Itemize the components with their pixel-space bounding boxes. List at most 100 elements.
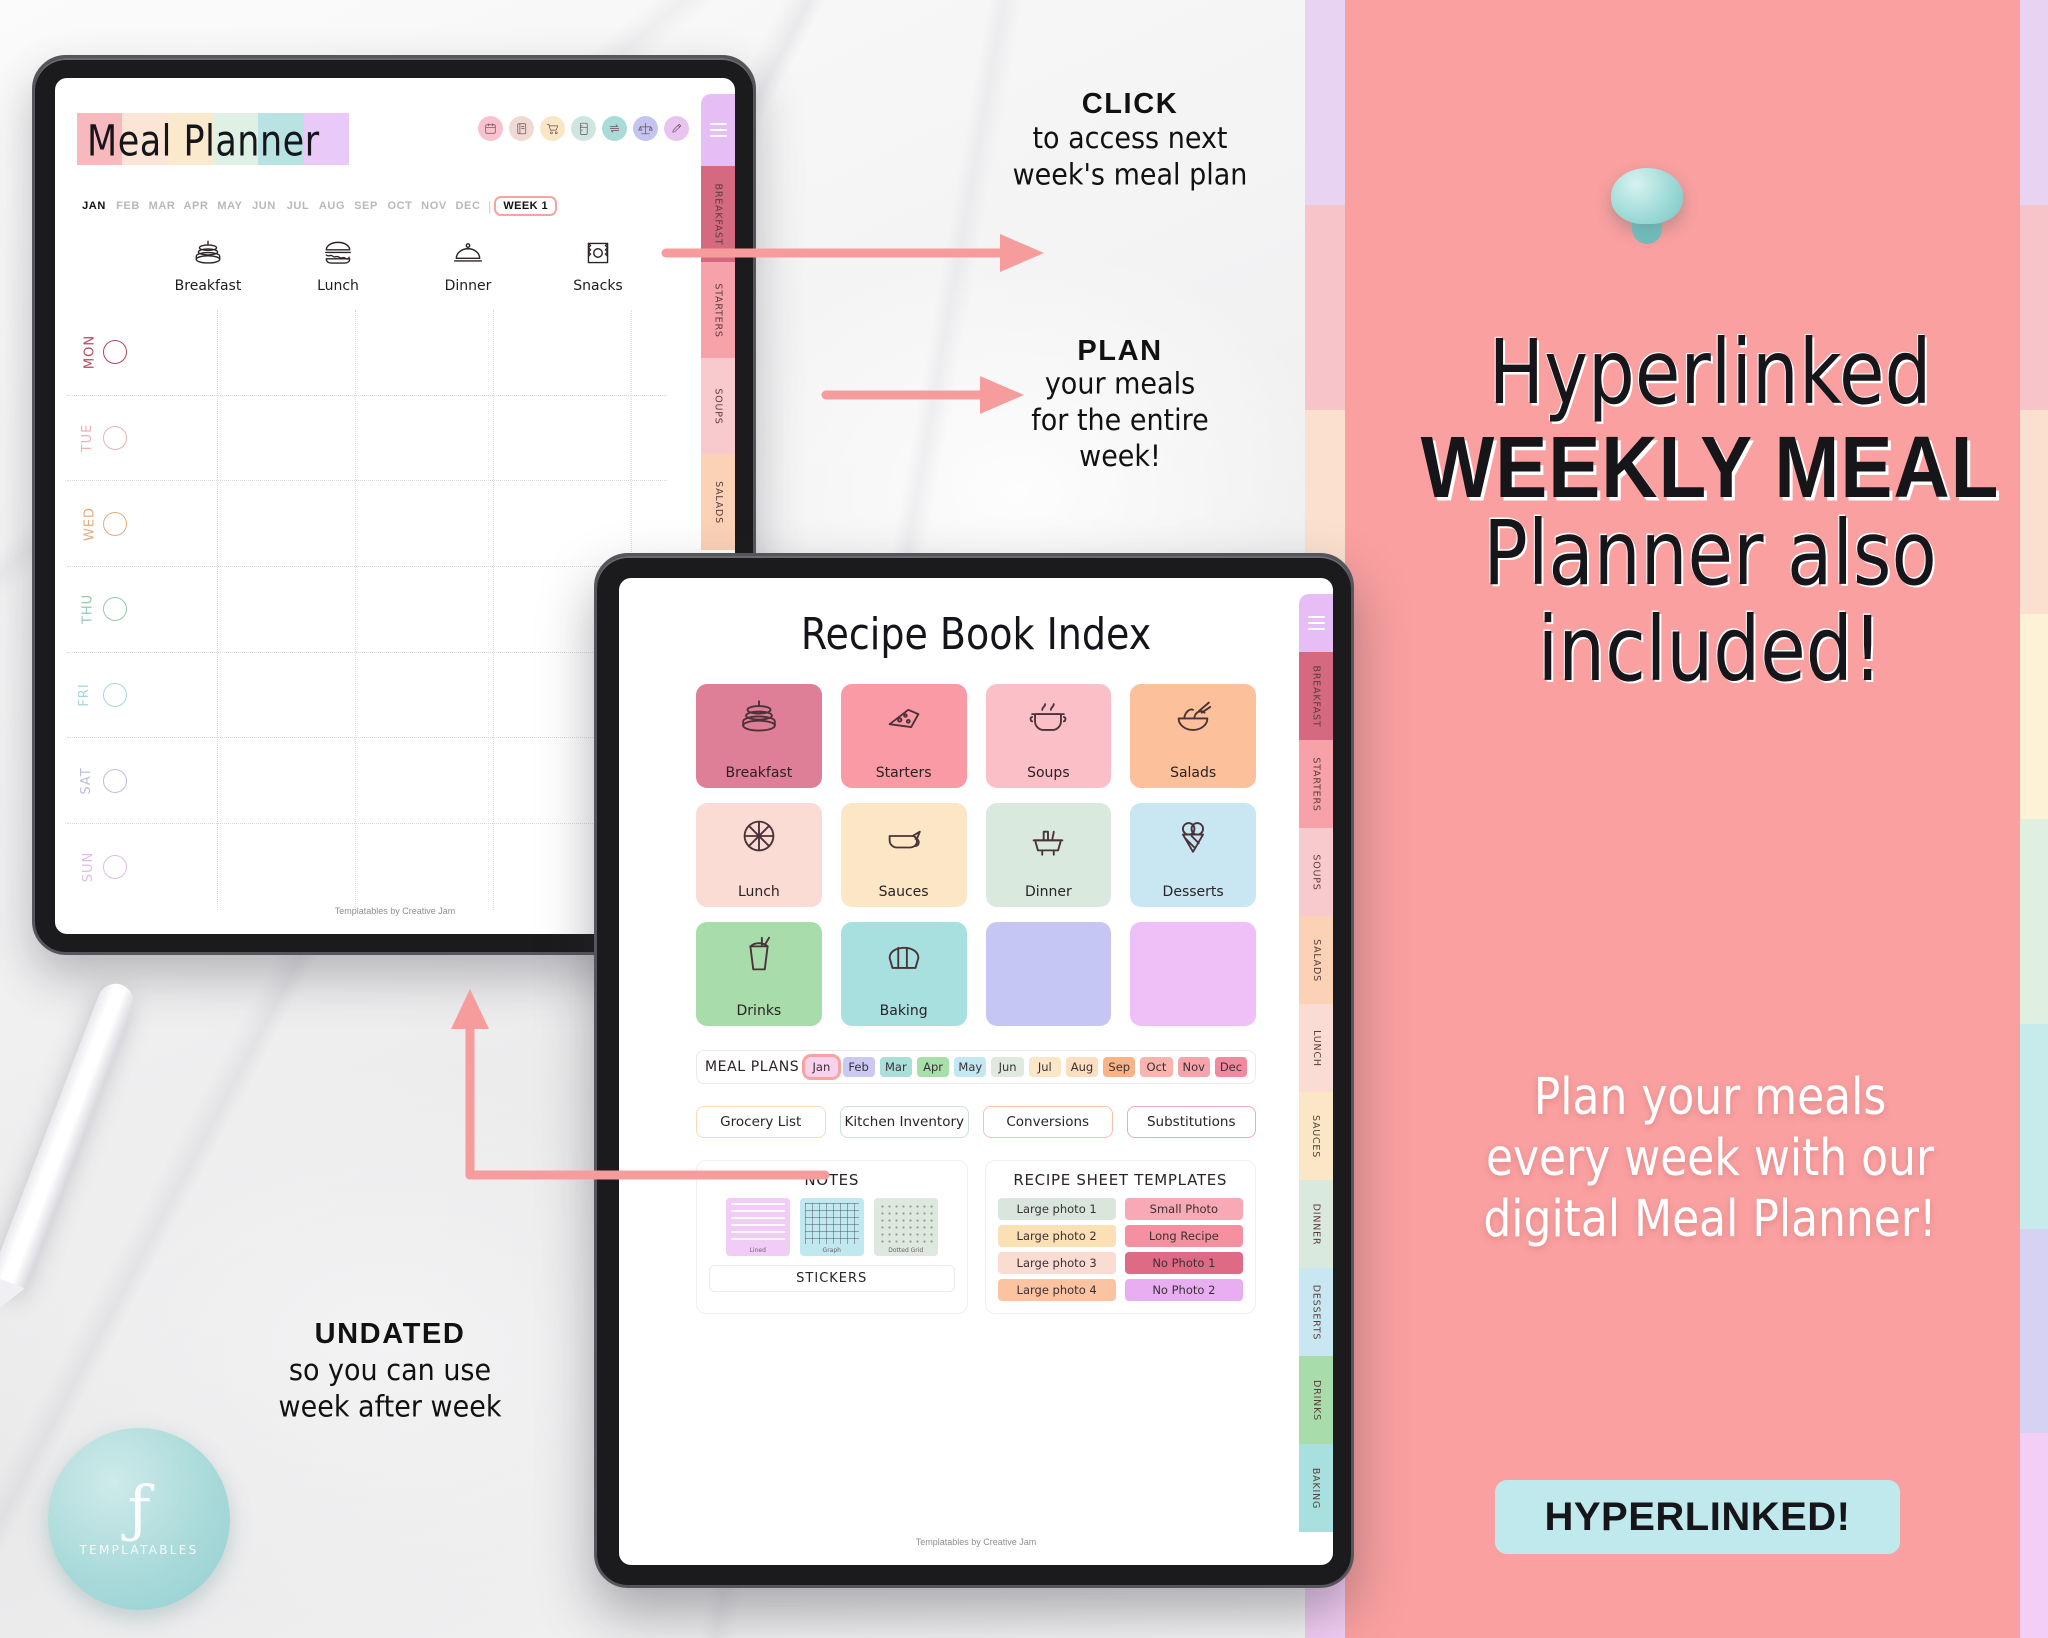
template-chip-no-photo-1[interactable]: No Photo 1 <box>1124 1252 1243 1274</box>
side-tab-salads[interactable]: SALADS <box>701 454 735 550</box>
month-mar[interactable]: MAR <box>145 200 179 212</box>
recipe-category-starters[interactable]: Starters <box>840 684 967 788</box>
side-tab-drinks[interactable]: DRINKS <box>1299 1356 1333 1444</box>
month-oct[interactable]: OCT <box>383 200 417 212</box>
link-button-conversions[interactable]: Conversions <box>983 1106 1113 1138</box>
template-chip-large-photo-2[interactable]: Large photo 2 <box>997 1225 1116 1247</box>
meal-plan-month-may[interactable]: May <box>954 1057 987 1077</box>
note-thumb-lined[interactable]: Lined <box>725 1198 790 1256</box>
salad-bowl-icon <box>1130 694 1256 740</box>
note-thumb-graph[interactable]: Graph <box>799 1198 864 1256</box>
day-row-tue[interactable]: TUE <box>67 396 667 482</box>
fridge-inventory-icon[interactable] <box>571 116 596 141</box>
recipe-category-lunch[interactable]: Lunch <box>696 803 822 907</box>
meal-plan-month-oct[interactable]: Oct <box>1140 1057 1173 1077</box>
month-jan[interactable]: JAN <box>77 200 111 212</box>
day-checkbox[interactable] <box>103 597 127 622</box>
side-tab-lunch[interactable]: LUNCH <box>1299 1004 1333 1092</box>
meal-plan-month-jun[interactable]: Jun <box>991 1057 1024 1077</box>
day-checkbox[interactable] <box>103 768 127 793</box>
meal-plan-month-dec[interactable]: Dec <box>1214 1057 1248 1077</box>
month-feb[interactable]: FEB <box>111 200 145 212</box>
hamburger-menu-icon[interactable] <box>709 94 727 166</box>
recipe-section-tab-rail-2[interactable]: BREAKFAST STARTERS SOUPS SALADS LUNCH SAUCES D… <box>1299 594 1333 1565</box>
day-row-mon[interactable]: MON <box>67 310 667 396</box>
month-aug[interactable]: AUG <box>315 200 349 212</box>
meal-plan-month-chips[interactable]: Jan Feb Mar Apr May Jun Jul Aug Sep Oct Nov Dec <box>802 1054 1248 1080</box>
shopping-cart-icon[interactable] <box>540 116 565 141</box>
substitutions-icon[interactable] <box>602 116 627 141</box>
template-chip-large-photo-1[interactable]: Large photo 1 <box>997 1198 1116 1220</box>
menu-tab[interactable] <box>701 94 735 166</box>
meal-plan-month-sep[interactable]: Sep <box>1103 1057 1136 1077</box>
meal-plan-month-feb[interactable]: Feb <box>842 1057 875 1077</box>
side-tab-starters[interactable]: STARTERS <box>1299 740 1333 828</box>
day-checkbox[interactable] <box>103 426 127 451</box>
pencil-icon[interactable] <box>664 116 689 141</box>
recipe-category-empty-10[interactable] <box>985 922 1112 1026</box>
month-sep[interactable]: SEP <box>349 200 383 212</box>
meal-plan-month-apr[interactable]: Apr <box>916 1057 950 1077</box>
day-rows[interactable]: MON TUE WED THU FRI SAT SUN <box>67 310 667 910</box>
side-tab-desserts[interactable]: DESSERTS <box>1299 1268 1333 1356</box>
day-checkbox[interactable] <box>103 511 127 536</box>
note-thumb-dotted-grid[interactable]: Dotted Grid <box>873 1198 938 1256</box>
day-row-sat[interactable]: SAT <box>67 738 667 825</box>
day-row-wed[interactable]: WED <box>67 481 667 568</box>
template-chip-large-photo-4[interactable]: Large photo 4 <box>997 1279 1116 1301</box>
template-chip-large-photo-3[interactable]: Large photo 3 <box>997 1252 1116 1274</box>
template-chip-small-photo[interactable]: Small Photo <box>1124 1198 1243 1220</box>
month-may[interactable]: MAY <box>213 200 247 212</box>
day-row-fri[interactable]: FRI <box>67 653 667 739</box>
day-checkbox[interactable] <box>103 340 127 365</box>
month-nov[interactable]: NOV <box>417 200 451 212</box>
toolbar-icon-row[interactable] <box>478 116 689 141</box>
recipe-category-salads[interactable]: Salads <box>1130 684 1256 788</box>
month-navigation[interactable]: JAN FEB MAR APR MAY JUN JUL AUG SEP OCT NOV DEC | WEE… <box>77 196 557 216</box>
meal-plan-month-aug[interactable]: Aug <box>1065 1057 1099 1077</box>
side-tab-baking[interactable]: BAKING <box>1299 1444 1333 1532</box>
recipe-category-baking[interactable]: Baking <box>840 922 967 1026</box>
link-button-kitchen-inventory[interactable]: Kitchen Inventory <box>839 1106 969 1138</box>
weekly-meal-grid[interactable]: MON TUE WED THU FRI SAT SUN <box>67 310 667 910</box>
template-chip-no-photo-2[interactable]: No Photo 2 <box>1124 1279 1243 1301</box>
template-chip-long-recipe[interactable]: Long Recipe <box>1124 1225 1243 1247</box>
menu-tab[interactable] <box>1299 594 1333 652</box>
side-tab-soups[interactable]: SOUPS <box>701 358 735 454</box>
day-checkbox[interactable] <box>103 854 127 879</box>
notebook-icon[interactable] <box>509 116 534 141</box>
recipe-category-empty-11[interactable] <box>1130 922 1256 1026</box>
day-row-sun[interactable]: SUN <box>67 824 667 910</box>
note-paper-thumbnails[interactable]: Lined Graph Dotted Grid <box>709 1198 955 1256</box>
recipe-category-desserts[interactable]: Desserts <box>1130 803 1256 907</box>
recipe-category-dinner[interactable]: Dinner <box>985 803 1112 907</box>
meal-column-label: Lunch <box>317 278 359 294</box>
right-edge-color-stripes <box>2020 0 2048 1638</box>
meal-plan-month-jul[interactable]: Jul <box>1028 1057 1061 1077</box>
side-tab-dinner[interactable]: DINNER <box>1299 1180 1333 1268</box>
recipe-category-soups[interactable]: Soups <box>985 684 1112 788</box>
month-jul[interactable]: JUL <box>281 200 315 212</box>
month-dec[interactable]: DEC <box>451 200 485 212</box>
link-button-substitutions[interactable]: Substitutions <box>1126 1106 1256 1138</box>
side-tab-salads[interactable]: SALADS <box>1299 916 1333 1004</box>
side-tab-breakfast[interactable]: BREAKFAST <box>1299 652 1333 740</box>
side-tab-soups[interactable]: SOUPS <box>1299 828 1333 916</box>
calendar-icon[interactable] <box>478 116 503 141</box>
hamburger-menu-icon[interactable] <box>1307 594 1325 652</box>
day-checkbox[interactable] <box>103 683 127 708</box>
week-selector-chip[interactable]: WEEK 1 <box>494 196 557 216</box>
recipe-category-sauces[interactable]: Sauces <box>840 803 967 907</box>
month-apr[interactable]: APR <box>179 200 213 212</box>
conversions-scale-icon[interactable] <box>633 116 658 141</box>
meal-plan-month-mar[interactable]: Mar <box>879 1057 912 1077</box>
month-jun[interactable]: JUN <box>247 200 281 212</box>
stickers-button[interactable]: STICKERS <box>709 1265 955 1292</box>
meal-column-lunch: Lunch <box>273 236 403 294</box>
side-tab-sauces[interactable]: SAUCES <box>1299 1092 1333 1180</box>
recipe-category-breakfast[interactable]: Breakfast <box>696 684 822 788</box>
day-row-thu[interactable]: THU <box>67 567 667 653</box>
recipe-category-grid[interactable]: Breakfast Starters Soups Salads Lunch Sauces D… <box>696 684 1256 1026</box>
meal-plan-month-nov[interactable]: Nov <box>1177 1057 1210 1077</box>
template-chip-grid[interactable]: Large photo 1 Small Photo Large photo 2 Lon… <box>997 1198 1243 1301</box>
